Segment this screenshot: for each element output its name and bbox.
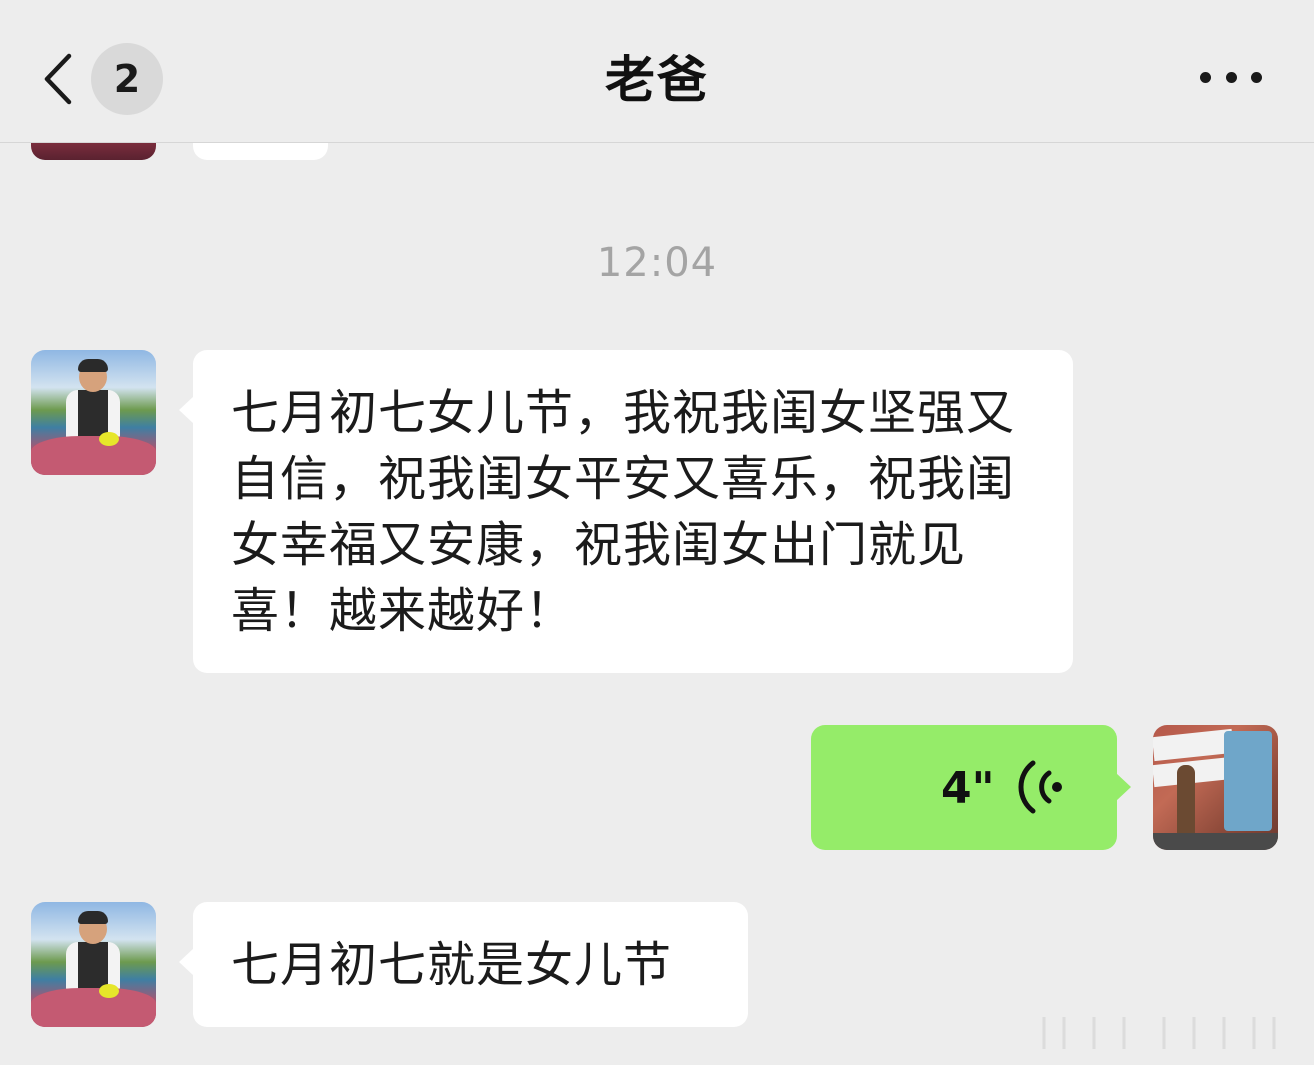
watermark-lines	[1042, 1017, 1276, 1049]
chat-header: 2 老爸	[0, 0, 1314, 143]
contact-avatar[interactable]	[31, 350, 156, 475]
incoming-message-bubble[interactable]: 七月初七女儿节，我祝我闺女坚强又自信，祝我闺女平安又喜乐，祝我闺女幸福又安康，祝…	[179, 350, 1073, 673]
chevron-left-icon	[44, 53, 72, 105]
unread-count-badge[interactable]: 2	[91, 43, 163, 115]
voice-message-bubble[interactable]: 4"	[811, 725, 1131, 850]
more-options-button[interactable]	[1200, 62, 1262, 92]
chat-title: 老爸	[605, 51, 709, 109]
my-avatar[interactable]	[1153, 725, 1278, 850]
ellipsis-icon	[1200, 71, 1211, 83]
contact-avatar[interactable]	[31, 902, 156, 1027]
message-text: 七月初七女儿节，我祝我闺女坚强又自信，祝我闺女平安又喜乐，祝我闺女幸福又安康，祝…	[231, 385, 1016, 639]
message-timestamp: 12:04	[596, 240, 718, 286]
incoming-message-bubble[interactable]: 七月初七就是女儿节	[179, 902, 748, 1027]
message-text: 七月初七就是女儿节	[231, 937, 673, 993]
chat-screen: 2 老爸 12:04 七月初七女儿节，我祝我闺女坚强又自信，祝我闺女平安又喜乐，…	[0, 0, 1314, 1065]
voice-wave-icon	[1018, 760, 1062, 814]
voice-duration: 4"	[941, 763, 995, 814]
back-button[interactable]	[36, 44, 80, 114]
